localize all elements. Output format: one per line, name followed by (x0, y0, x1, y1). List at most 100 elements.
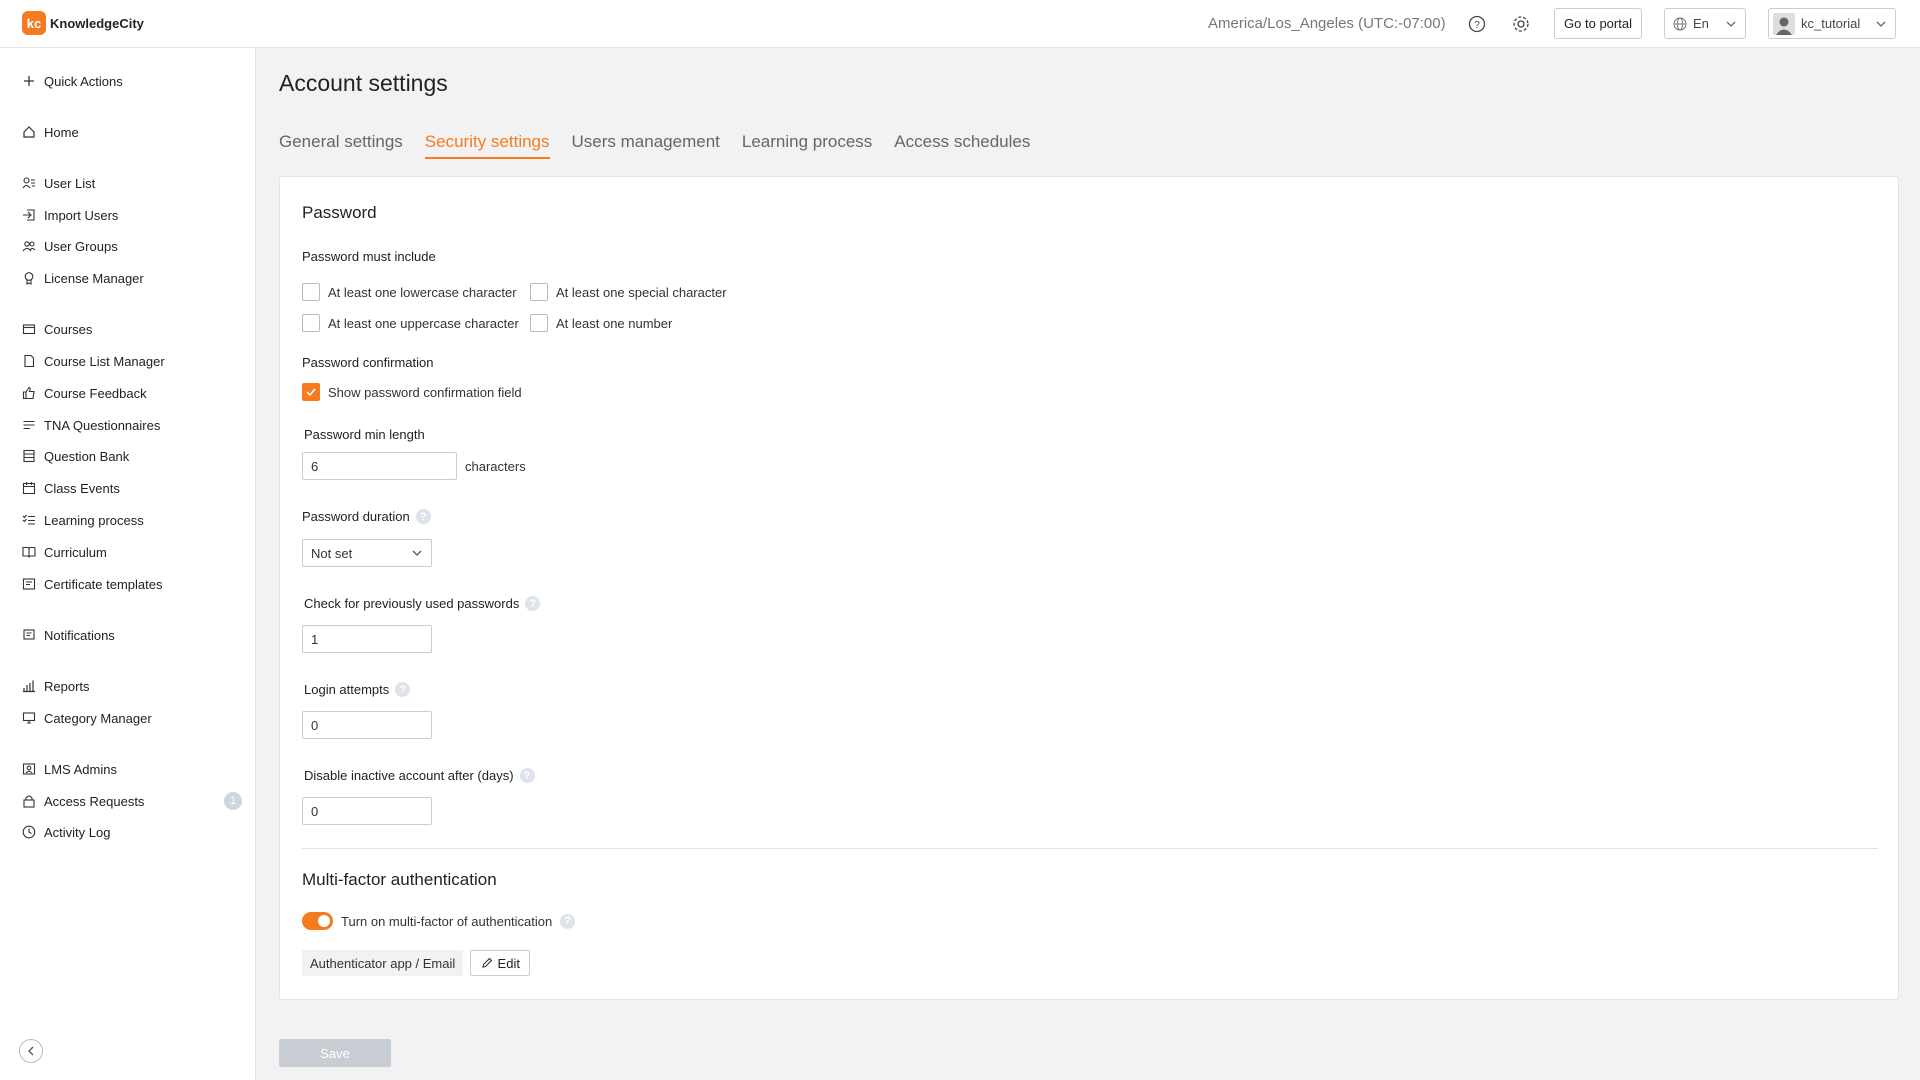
gear-icon[interactable] (1509, 12, 1533, 36)
sidebar-item-label: Course List Manager (44, 353, 165, 369)
lock-icon (23, 795, 35, 808)
save-button[interactable]: Save (279, 1039, 391, 1067)
plus-icon (24, 76, 34, 86)
sidebar-item-label: Notifications (44, 627, 115, 643)
sidebar-item-label: User List (44, 175, 96, 191)
sidebar-item-label: LMS Admins (44, 761, 117, 777)
brand-logo[interactable]: kc KnowledgeCity (22, 11, 144, 35)
sidebar-item-label: Courses (44, 321, 93, 337)
sidebar-item-label: Class Events (44, 480, 120, 496)
sidebar-item-label: Activity Log (44, 824, 111, 840)
sidebar-item-class-events[interactable]: Class Events (22, 477, 248, 499)
special-char-checkbox[interactable]: At least one special character (530, 283, 727, 301)
help-icon[interactable]: ? (519, 768, 535, 783)
uppercase-checkbox[interactable]: At least one uppercase character (302, 314, 519, 332)
sidebar-item-curriculum[interactable]: Curriculum (22, 541, 248, 563)
sidebar-item-home[interactable]: Home (22, 121, 248, 143)
tab-security-settings[interactable]: Security settings (424, 132, 550, 159)
user-menu[interactable]: kc_tutorial (1768, 8, 1896, 39)
help-icon[interactable]: ? (1465, 12, 1489, 36)
mfa-heading: Multi-factor authentication (302, 870, 497, 889)
admin-icon (22, 763, 36, 775)
check-icon (306, 388, 316, 397)
login-attempts-input[interactable]: 0 (302, 711, 432, 739)
help-icon[interactable]: ? (395, 682, 411, 697)
tab-access-schedules[interactable]: Access schedules (894, 132, 1030, 159)
sidebar-item-label: Certificate templates (44, 576, 163, 592)
sidebar-item-lms-admins[interactable]: LMS Admins (22, 758, 248, 780)
go-to-portal-button[interactable]: Go to portal (1554, 8, 1642, 39)
lowercase-checkbox[interactable]: At least one lowercase character (302, 283, 517, 301)
clock-icon (22, 825, 36, 839)
sidebar-item-user-list[interactable]: User List (22, 172, 248, 194)
certificate-icon (22, 578, 36, 590)
sidebar-item-access-requests[interactable]: Access Requests 1 (22, 790, 248, 812)
password-min-length-input[interactable]: 6 (302, 452, 457, 480)
edit-label: Edit (497, 955, 520, 971)
globe-icon (1673, 17, 1687, 30)
checkbox-box (530, 314, 548, 332)
sidebar-item-course-feedback[interactable]: Course Feedback (22, 382, 248, 404)
tab-learning-process[interactable]: Learning process (742, 132, 872, 159)
sidebar-item-course-list-manager[interactable]: Course List Manager (22, 350, 248, 372)
password-duration-label-row: Password duration ? (302, 509, 431, 524)
checkbox-box (530, 283, 548, 301)
special-char-label: At least one special character (556, 284, 727, 300)
sidebar-item-label: User Groups (44, 238, 118, 254)
password-duration-select[interactable]: Not set (302, 539, 432, 567)
password-min-length-label: Password min length (304, 427, 425, 442)
sidebar-item-import-users[interactable]: Import Users (22, 204, 248, 226)
language-select[interactable]: En (1664, 8, 1746, 39)
sidebar-item-courses[interactable]: Courses (22, 318, 248, 340)
mfa-edit-button[interactable]: Edit (470, 950, 531, 976)
inactive-account-label: Disable inactive account after (days) (304, 768, 514, 783)
document-icon (24, 354, 35, 368)
number-checkbox[interactable]: At least one number (530, 314, 672, 332)
sidebar-item-tna-questionnaires[interactable]: TNA Questionnaires (22, 414, 248, 436)
avatar (1773, 12, 1795, 35)
timezone-label: America/Los_Angeles (UTC:-07:00) (1208, 15, 1446, 32)
mfa-toggle[interactable] (302, 912, 333, 930)
sidebar-item-label: Curriculum (44, 544, 107, 560)
sidebar-item-certificate-templates[interactable]: Certificate templates (22, 573, 248, 595)
tab-users-management[interactable]: Users management (572, 132, 720, 159)
sidebar-item-reports[interactable]: Reports (22, 675, 248, 697)
license-icon (24, 272, 34, 285)
chevron-down-icon (1876, 21, 1886, 27)
min-length-unit: characters (465, 458, 526, 474)
help-icon[interactable]: ? (560, 913, 576, 929)
user-list-icon (22, 177, 35, 189)
sidebar-item-label: Learning process (44, 512, 144, 528)
help-icon[interactable]: ? (415, 509, 431, 524)
sidebar-item-learning-process[interactable]: Learning process (22, 509, 248, 531)
sidebar-item-activity-log[interactable]: Activity Log (22, 821, 248, 843)
inactive-account-input[interactable]: 0 (302, 797, 432, 825)
help-icon[interactable]: ? (525, 596, 541, 611)
mfa-toggle-row: Turn on multi-factor of authentication ? (302, 912, 576, 930)
sidebar-item-license-manager[interactable]: License Manager (22, 267, 248, 289)
password-duration-label: Password duration (302, 509, 410, 524)
checkbox-checked-box (302, 383, 320, 401)
sidebar-item-user-groups[interactable]: User Groups (22, 235, 248, 257)
list-icon (23, 420, 35, 430)
sidebar-item-label: Access Requests (44, 793, 145, 809)
login-attempts-label: Login attempts (304, 682, 390, 697)
checkbox-box (302, 314, 320, 332)
sidebar-item-question-bank[interactable]: Question Bank (22, 445, 248, 467)
sidebar-item-notifications[interactable]: Notifications (22, 624, 248, 646)
section-divider (302, 848, 1878, 849)
settings-tabs: General settings Security settings Users… (279, 132, 1030, 159)
username: kc_tutorial (1801, 16, 1861, 31)
sidebar-item-category-manager[interactable]: Category Manager (22, 707, 248, 729)
security-settings-card: Password Password must include At least … (279, 176, 1899, 1000)
checklist-icon (22, 514, 35, 525)
tab-general-settings[interactable]: General settings (279, 132, 403, 159)
chevron-down-icon (1726, 21, 1736, 27)
sidebar-item-quick-actions[interactable]: Quick Actions (22, 70, 248, 92)
collapse-sidebar-button[interactable] (19, 1039, 43, 1063)
show-confirmation-checkbox[interactable]: Show password confirmation field (302, 383, 522, 401)
sidebar-item-label: Category Manager (44, 710, 152, 726)
number-label: At least one number (556, 315, 673, 331)
previous-passwords-input[interactable]: 1 (302, 625, 432, 653)
previous-passwords-label: Check for previously used passwords (304, 596, 520, 611)
